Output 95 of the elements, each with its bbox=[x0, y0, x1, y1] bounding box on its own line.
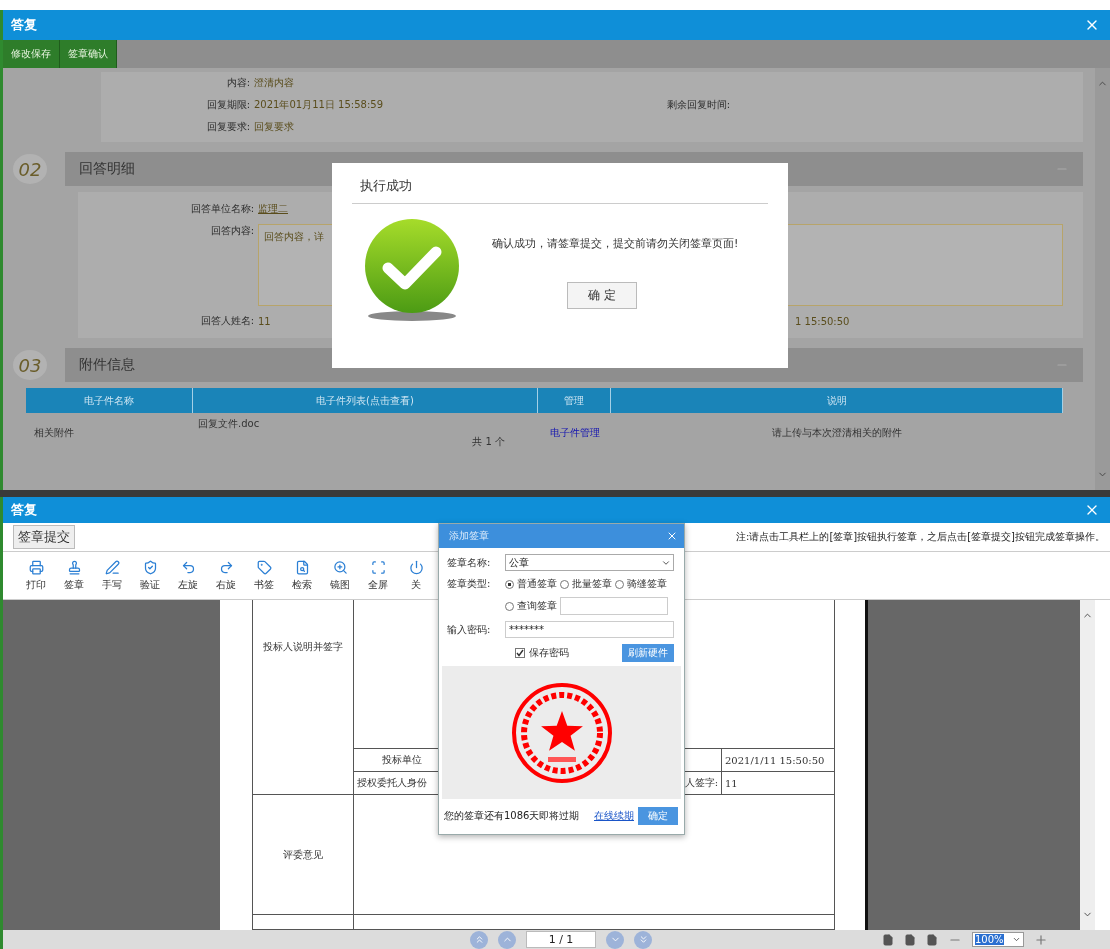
radio-button[interactable] bbox=[560, 579, 569, 589]
toolbar-button[interactable]: 打印 bbox=[17, 559, 55, 592]
toolbar-button[interactable]: 签章确认 bbox=[60, 40, 117, 68]
radio-button[interactable] bbox=[505, 601, 514, 611]
dialog-title: 执行成功 bbox=[352, 177, 768, 204]
section-title: 附件信息 bbox=[79, 356, 135, 374]
radio-option[interactable]: 批量签章 bbox=[560, 577, 612, 591]
radio-option[interactable]: 普通签章 bbox=[505, 577, 557, 591]
page-icon[interactable] bbox=[882, 933, 894, 946]
field-label: 回复期限: bbox=[206, 98, 251, 112]
power-icon bbox=[408, 559, 424, 575]
last-page-button[interactable] bbox=[634, 930, 652, 949]
field-value: 2021年01月11日 15:58:59 bbox=[254, 98, 384, 112]
toolbar-button[interactable]: 左旋 bbox=[169, 559, 207, 592]
field-value: 澄清内容 bbox=[254, 76, 295, 90]
toolbar-button[interactable]: 签章 bbox=[55, 559, 93, 592]
section-number: 02 bbox=[13, 154, 47, 184]
zoom-in-icon bbox=[332, 559, 348, 575]
expiry-text: 您的签章还有1086天即将过期 bbox=[444, 809, 580, 823]
toolbar-button[interactable]: 右旋 bbox=[207, 559, 245, 592]
zoom-select[interactable]: 100% bbox=[972, 932, 1024, 947]
column-header: 电子件名称 bbox=[26, 388, 193, 413]
section-number: 03 bbox=[13, 350, 47, 380]
submit-button[interactable]: 签章提交 bbox=[13, 525, 75, 549]
toolbar-button[interactable]: 全屏 bbox=[359, 559, 397, 592]
field-label: 回答单位名称: bbox=[190, 202, 255, 216]
first-page-button[interactable] bbox=[470, 930, 488, 949]
field-label: 回答人姓名: bbox=[200, 314, 255, 328]
column-header: 说明 bbox=[611, 388, 1063, 413]
scrollbar[interactable] bbox=[1080, 600, 1095, 930]
page-field[interactable]: 1 / 1 bbox=[526, 931, 596, 948]
table-cell-text: 11 bbox=[724, 776, 739, 791]
table-cell: 投标人说明并签字 bbox=[253, 600, 353, 795]
instruction-text: 注:请点击工具栏上的[签章]按钮执行签章，之后点击[签章提交]按钮完成签章操作。 bbox=[736, 530, 1105, 544]
field-label: 剩余回复时间: bbox=[666, 98, 731, 112]
toolbar-button[interactable]: 修改保存 bbox=[3, 40, 60, 68]
file-link[interactable]: 回复文件.doc bbox=[198, 417, 533, 431]
page-icon[interactable] bbox=[904, 933, 916, 946]
radio-button[interactable] bbox=[505, 579, 514, 589]
radio-button[interactable] bbox=[615, 579, 624, 589]
ok-button[interactable]: 确 定 bbox=[567, 282, 637, 309]
dialog-title: 添加签章 bbox=[449, 529, 489, 543]
query-field[interactable] bbox=[560, 597, 668, 615]
column-header: 管理 bbox=[538, 388, 611, 413]
window-title: 答复 bbox=[11, 501, 37, 519]
section-title: 回答明细 bbox=[79, 160, 135, 178]
radio-option[interactable]: 查询签章 bbox=[505, 599, 557, 613]
next-page-button[interactable] bbox=[606, 930, 624, 949]
toolbar-button[interactable]: 手写 bbox=[93, 559, 131, 592]
field-label: 回答内容: bbox=[210, 224, 255, 238]
column-header: 电子件列表(点击查看) bbox=[193, 388, 538, 413]
toolbar-button[interactable]: 书签 bbox=[245, 559, 283, 592]
toolbar-button[interactable]: 检索 bbox=[283, 559, 321, 592]
save-password-option[interactable]: 保存密码 bbox=[515, 646, 569, 660]
field-value: 1 15:50:50 bbox=[795, 315, 851, 327]
manage-link[interactable]: 电子件管理 bbox=[538, 413, 611, 453]
table-cell: 评委意见 bbox=[253, 795, 353, 915]
field-label: 签章类型: bbox=[447, 577, 492, 591]
file-count: 共 1 个 bbox=[472, 435, 506, 449]
scrollbar[interactable] bbox=[1095, 68, 1110, 490]
printer-icon bbox=[28, 559, 44, 575]
previous-page-button[interactable] bbox=[498, 930, 516, 949]
pen-icon bbox=[104, 559, 120, 575]
tag-icon bbox=[256, 559, 272, 575]
shield-icon bbox=[142, 559, 158, 575]
undo-icon bbox=[180, 559, 196, 575]
renew-link[interactable]: 在线续期 bbox=[594, 809, 634, 823]
field-value: 监理二 bbox=[258, 202, 289, 216]
field-label: 签章名称: bbox=[447, 555, 492, 570]
stamp-icon bbox=[66, 559, 82, 575]
table-cell-text: 相关附件 bbox=[33, 426, 75, 440]
stamp-select[interactable]: 公章 bbox=[505, 554, 674, 571]
toolbar-button[interactable]: 镜图 bbox=[321, 559, 359, 592]
file-search-icon bbox=[294, 559, 310, 575]
field-label: 内容: bbox=[226, 76, 251, 90]
field-label: 输入密码: bbox=[447, 622, 492, 637]
toolbar-button[interactable]: 关 bbox=[397, 559, 435, 592]
dialog-message: 确认成功，请签章提交，提交前请勿关闭签章页面! bbox=[492, 236, 740, 252]
caret-icon bbox=[1012, 935, 1021, 944]
field-value: 回复要求 bbox=[254, 120, 295, 134]
page-icon[interactable] bbox=[926, 933, 938, 946]
radio-option[interactable]: 骑缝签章 bbox=[615, 577, 667, 591]
window-title: 答复 bbox=[11, 16, 37, 34]
table-cell-text: 请上传与本次澄清相关的附件 bbox=[771, 426, 903, 440]
scan-icon bbox=[370, 559, 386, 575]
password-field[interactable]: ******* bbox=[505, 621, 674, 638]
table-cell-text: 2021/1/11 15:50:50 bbox=[724, 753, 826, 768]
toolbar-button[interactable]: 验证 bbox=[131, 559, 169, 592]
zoom-in-icon[interactable] bbox=[1034, 932, 1048, 947]
close-icon[interactable] bbox=[666, 530, 678, 542]
check-icon bbox=[362, 218, 462, 322]
field-label: 回复要求: bbox=[206, 120, 251, 134]
checkbox[interactable] bbox=[515, 648, 525, 658]
redo-icon bbox=[218, 559, 234, 575]
field-value: 11 bbox=[258, 315, 272, 327]
